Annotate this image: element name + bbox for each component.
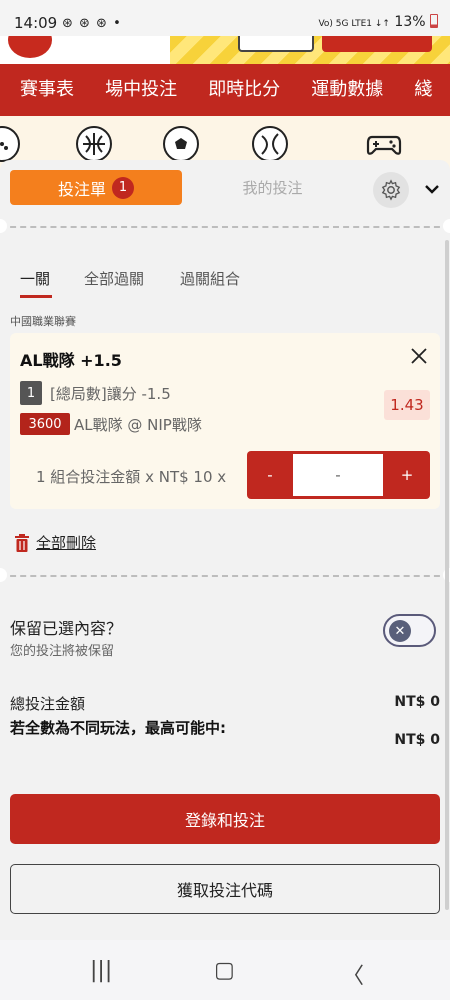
battery-icon (430, 14, 438, 28)
notification-icons: ⊛ ⊛ ⊛ • (62, 16, 122, 31)
tab-bet-slip-label: 投注單 (57, 179, 106, 199)
soccer-icon[interactable] (163, 126, 199, 162)
keep-selection-toggle[interactable]: ✕ (383, 614, 436, 647)
tab-all-parlays[interactable]: 全部過關 (84, 268, 144, 289)
delete-all-label: 全部刪除 (36, 534, 97, 552)
scrollbar[interactable] (445, 240, 449, 910)
ticket-notch-right (443, 219, 450, 233)
event-id-badge: 3600 (20, 413, 70, 435)
nav-item-schedule[interactable]: 賽事表 (20, 64, 74, 116)
ticket-notch-left (0, 219, 7, 233)
divider (0, 226, 450, 228)
match-name: AL戰隊 @ NIP戰隊 (74, 416, 202, 434)
nav-item-more[interactable]: 綫 (414, 64, 432, 116)
stake-increase-button[interactable]: + (384, 451, 430, 499)
brand-logo[interactable] (8, 36, 52, 58)
recent-apps-button[interactable]: ||| (90, 958, 112, 983)
login-and-bet-button[interactable]: 登錄和投注 (10, 794, 440, 844)
tennis-icon[interactable] (252, 126, 288, 162)
dice-icon[interactable] (0, 126, 20, 162)
odds-value: 1.43 (384, 390, 430, 420)
tab-parlay-combo[interactable]: 過關組合 (180, 268, 240, 289)
bet-count-badge: 1 (112, 176, 134, 199)
ticket-notch-left (0, 568, 7, 582)
main-nav: 賽事表 場中投注 即時比分 運動數據 綫 (0, 64, 450, 116)
delete-all-button[interactable]: 全部刪除 (14, 532, 96, 553)
status-bar: 14:09 ⊛ ⊛ ⊛ • Vo) 5G LTE1 ↓↑ 13% (0, 0, 450, 36)
keep-selection-title: 保留已選內容？ (10, 619, 123, 638)
selection-number: 1 (20, 381, 42, 405)
top-banner (0, 36, 450, 64)
close-icon[interactable] (408, 345, 430, 367)
stake-stepper: - + (247, 451, 430, 499)
keep-selection-subtitle: 您的投注將被保留 (10, 644, 115, 659)
nav-item-sports-data[interactable]: 運動數據 (311, 64, 383, 116)
home-button[interactable]: ▢ (214, 958, 235, 983)
bet-slip-panel: 投注單 1 我的投注 一關 全部過關 過關組合 中國職業聯賽 AL戰隊 +1.5… (0, 160, 450, 940)
total-stake-label: 總投注金額 (10, 695, 86, 713)
total-stake-value: NT$ 0 (394, 694, 440, 710)
basketball-icon[interactable] (76, 126, 112, 162)
status-right: Vo) 5G LTE1 ↓↑ 13% (318, 14, 438, 30)
status-time: 14:09 (14, 14, 58, 32)
nav-item-live-betting[interactable]: 場中投注 (105, 64, 177, 116)
stake-input[interactable] (293, 454, 383, 496)
league-name: 中國職業聯賽 (10, 315, 76, 328)
tab-bet-slip[interactable]: 投注單 1 (10, 170, 182, 205)
gear-icon[interactable] (373, 172, 409, 208)
signal-indicator: Vo) 5G LTE1 ↓↑ (318, 19, 390, 29)
banner-button-login[interactable] (238, 36, 314, 52)
system-nav-bar: ||| ▢ 〈 (0, 940, 450, 1000)
divider (0, 575, 450, 577)
market-name: [總局數]讓分 -1.5 (50, 385, 171, 403)
toggle-off-icon: ✕ (389, 620, 411, 642)
selection-card: AL戰隊 +1.5 1 [總局數]讓分 -1.5 1.43 3600 AL戰隊 … (10, 333, 440, 509)
get-bet-code-button[interactable]: 獲取投注代碼 (10, 864, 440, 914)
gamepad-icon[interactable] (366, 126, 402, 162)
back-button[interactable]: 〈 (342, 958, 364, 990)
chevron-down-icon[interactable] (420, 176, 444, 202)
tab-single[interactable]: 一關 (20, 268, 50, 289)
trash-icon (15, 533, 29, 552)
stake-label: 1 組合投注金額 x NT$ 10 x (36, 468, 227, 486)
stake-decrease-button[interactable]: - (247, 451, 293, 499)
battery-text: 13% (394, 14, 426, 30)
banner-button-register[interactable] (322, 36, 432, 52)
tab-my-bets[interactable]: 我的投注 (190, 170, 355, 205)
nav-item-live-score[interactable]: 即時比分 (208, 64, 280, 116)
active-tab-indicator (20, 295, 52, 298)
max-win-label: 若全數為不同玩法，最高可能中: (10, 719, 227, 737)
selection-title: AL戰隊 +1.5 (20, 351, 122, 370)
max-win-value: NT$ 0 (394, 732, 440, 748)
